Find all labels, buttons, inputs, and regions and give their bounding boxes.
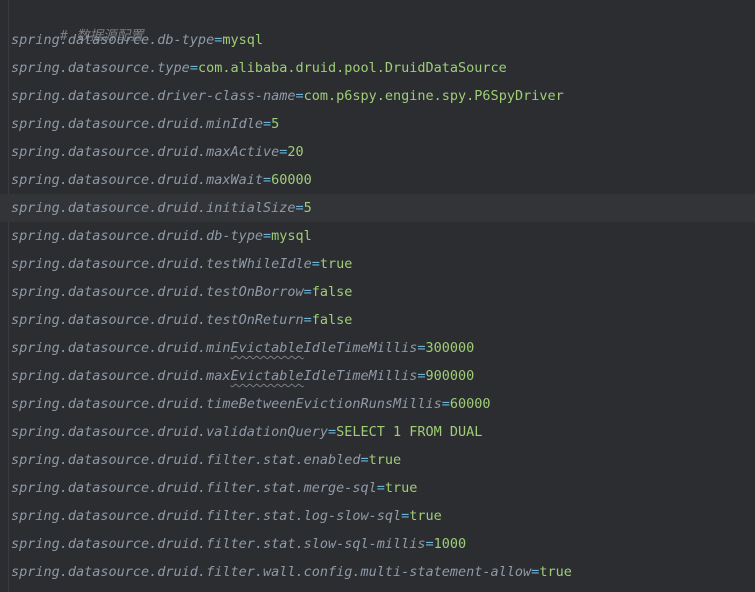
property-key-suffix: IdleTimeMillis [303, 368, 418, 384]
equals-sign: = [189, 60, 198, 76]
code-line[interactable]: spring.datasource.druid.minEvictableIdle… [0, 334, 755, 362]
code-editor[interactable]: # 数据源配置 spring.datasource.db-type=mysql … [0, 0, 755, 592]
code-line[interactable]: spring.datasource.druid.filter.stat.merg… [0, 474, 755, 502]
property-value: SELECT 1 FROM DUAL [336, 424, 483, 440]
code-line[interactable]: spring.datasource.druid.testWhileIdle=tr… [0, 250, 755, 278]
property-key: spring.datasource.druid.filter.stat.log-… [11, 508, 402, 524]
property-key: spring.datasource.driver-class-name [11, 88, 296, 104]
code-line[interactable]: spring.datasource.druid.filter.stat.log-… [0, 502, 755, 530]
property-value: true [384, 480, 418, 496]
property-key: spring.datasource.druid.initialSize [11, 200, 296, 216]
property-key: spring.datasource.druid.filter.stat.enab… [11, 452, 361, 468]
property-value: true [368, 452, 402, 468]
property-value: false [311, 284, 353, 300]
property-value: com.p6spy.engine.spy.P6SpyDriver [303, 88, 564, 104]
property-value: 300000 [425, 340, 475, 356]
code-line[interactable]: spring.datasource.druid.filter.wall.conf… [0, 558, 755, 586]
code-line[interactable]: spring.datasource.druid.minIdle=5 [0, 110, 755, 138]
property-key-suffix: IdleTimeMillis [303, 340, 418, 356]
property-key: spring.datasource.druid.validationQuery [11, 424, 328, 440]
code-line[interactable]: spring.datasource.db-type=mysql [0, 26, 755, 54]
equals-sign: = [417, 368, 426, 384]
property-key: spring.datasource.druid.filter.stat.merg… [11, 480, 377, 496]
property-key-prefix: spring.datasource.druid.max [11, 368, 231, 384]
property-key: spring.datasource.druid.maxWait [11, 172, 263, 188]
equals-sign: = [262, 228, 272, 244]
equals-sign: = [303, 284, 312, 300]
property-value: 5 [303, 200, 312, 216]
equals-sign: = [417, 340, 426, 356]
property-value: 20 [287, 144, 304, 160]
code-line[interactable]: spring.datasource.type=com.alibaba.druid… [0, 54, 755, 82]
equals-sign: = [311, 256, 320, 272]
code-line[interactable]: spring.datasource.druid.filter.stat.slow… [0, 530, 755, 558]
property-value: 900000 [425, 368, 475, 384]
code-line-comment[interactable]: # 数据源配置 [0, 0, 755, 44]
code-line[interactable]: spring.datasource.druid.maxWait=60000 [0, 166, 755, 194]
equals-sign: = [303, 312, 312, 328]
code-line[interactable]: spring.datasource.druid.validationQuery=… [0, 418, 755, 446]
property-value: 1000 [433, 536, 467, 552]
code-line[interactable]: spring.datasource.druid.maxEvictableIdle… [0, 362, 755, 390]
property-key: spring.datasource.druid.timeBetweenEvict… [11, 396, 442, 412]
property-key: spring.datasource.druid.db-type [11, 228, 263, 244]
property-key: spring.datasource.druid.minEvictableIdle… [11, 340, 417, 356]
property-key-prefix: spring.datasource.druid.min [11, 340, 231, 356]
property-value: mysql [222, 32, 263, 48]
property-key: spring.datasource.druid.filter.wall.conf… [11, 564, 532, 580]
property-value: com.alibaba.druid.pool.DruidDataSource [197, 60, 507, 76]
property-value: true [539, 564, 572, 580]
property-key: spring.datasource.druid.testOnBorrow [11, 284, 304, 300]
equals-sign: = [376, 480, 385, 496]
property-value: 60000 [449, 396, 491, 412]
property-key: spring.datasource.druid.testWhileIdle [11, 256, 312, 272]
equals-sign: = [262, 116, 272, 132]
equals-sign: = [262, 172, 272, 188]
property-value: mysql [271, 228, 312, 244]
equals-sign: = [327, 424, 337, 440]
code-line-current[interactable]: spring.datasource.druid.initialSize=5 [0, 194, 755, 222]
property-value: true [319, 256, 353, 272]
equals-sign: = [441, 396, 450, 412]
equals-sign: = [360, 452, 369, 468]
code-line[interactable]: spring.datasource.druid.filter.stat.enab… [0, 446, 755, 474]
property-key: spring.datasource.druid.filter.stat.slow… [11, 536, 426, 552]
code-line[interactable]: spring.datasource.druid.timeBetweenEvict… [0, 390, 755, 418]
code-area[interactable]: # 数据源配置 spring.datasource.db-type=mysql … [0, 0, 755, 586]
equals-sign: = [425, 536, 434, 552]
property-key: spring.datasource.druid.minIdle [11, 116, 263, 132]
equals-sign: = [295, 88, 304, 104]
code-line[interactable]: spring.datasource.driver-class-name=com.… [0, 82, 755, 110]
equals-sign: = [295, 200, 304, 216]
property-value: 5 [271, 116, 280, 132]
property-key: spring.datasource.druid.testOnReturn [11, 312, 304, 328]
property-value: 60000 [271, 172, 312, 188]
code-line[interactable]: spring.datasource.druid.testOnReturn=fal… [0, 306, 755, 334]
property-key: spring.datasource.db-type [11, 32, 215, 48]
spelling-warning-word[interactable]: Evictable [230, 368, 303, 384]
code-line[interactable]: spring.datasource.druid.maxActive=20 [0, 138, 755, 166]
property-key: spring.datasource.druid.maxEvictableIdle… [11, 368, 417, 384]
spelling-warning-word[interactable]: Evictable [230, 340, 303, 356]
property-key: spring.datasource.druid.maxActive [11, 144, 280, 160]
code-line[interactable]: spring.datasource.druid.db-type=mysql [0, 222, 755, 250]
property-value: false [311, 312, 353, 328]
property-value: true [409, 508, 442, 524]
code-line[interactable]: spring.datasource.druid.testOnBorrow=fal… [0, 278, 755, 306]
property-key: spring.datasource.type [11, 60, 190, 76]
